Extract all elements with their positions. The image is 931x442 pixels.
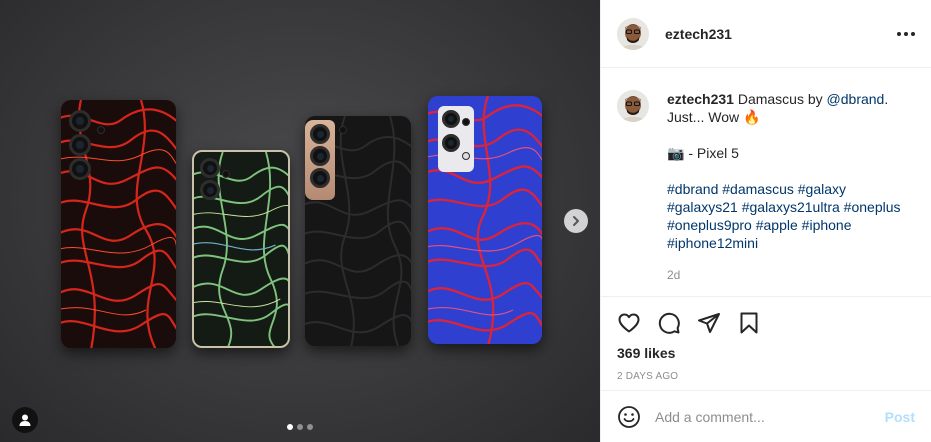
camera-lens-1	[442, 110, 460, 128]
hashtags-line-4[interactable]: #iphone12mini	[667, 234, 901, 252]
mention-link[interactable]: @dbrand	[827, 91, 885, 107]
profile-photo-icon	[617, 17, 649, 50]
camera-lens-3	[462, 118, 470, 126]
caption-username[interactable]: eztech231	[667, 91, 734, 107]
camera-lens-1	[200, 158, 220, 178]
phone-oneplus-9-pro	[428, 96, 542, 344]
header-username[interactable]: eztech231	[665, 26, 732, 42]
user-icon	[19, 414, 31, 426]
share-icon[interactable]	[697, 311, 721, 335]
caption-age[interactable]: 2d	[667, 266, 901, 284]
camera-lens-2	[69, 134, 91, 156]
comment-icon[interactable]	[657, 311, 681, 335]
emoji-icon[interactable]	[617, 405, 641, 429]
post-side-panel: eztech231 eztech231 Damascus by @dbrand.	[600, 0, 931, 442]
profile-photo-icon	[617, 90, 649, 122]
avatar[interactable]	[617, 90, 649, 122]
comment-input[interactable]	[655, 408, 885, 425]
caption-line-2: Just... Wow 🔥	[667, 109, 761, 125]
phone-iphone-12-mini	[192, 150, 290, 348]
action-bar	[617, 297, 915, 345]
caption-text-end: .	[884, 91, 889, 107]
post-comment-button[interactable]: Post	[885, 409, 915, 425]
carousel-dot	[307, 424, 313, 430]
hashtags-line-2[interactable]: #galaxys21 #galaxys21ultra #oneplus	[667, 198, 901, 216]
carousel-next-button[interactable]	[564, 209, 588, 233]
camera-lens-3	[69, 158, 91, 180]
instagram-post: eztech231 eztech231 Damascus by @dbrand.	[0, 0, 931, 442]
camera-lens-1	[69, 110, 91, 132]
more-horizontal-icon	[897, 31, 901, 36]
camera-lens-2	[442, 134, 460, 152]
caption-text: Damascus by	[733, 91, 827, 107]
caption-camera-line: 📷 - Pixel 5	[667, 145, 739, 161]
comment-form: Post	[601, 390, 931, 442]
avatar[interactable]	[617, 17, 649, 50]
camera-flash	[97, 126, 105, 134]
chevron-right-icon	[573, 216, 579, 226]
phone-galaxy-s21	[305, 116, 411, 346]
likes-count[interactable]: 369 likes	[617, 345, 915, 361]
phone-galaxy-s21-ultra	[61, 100, 176, 348]
post-header: eztech231	[601, 0, 931, 68]
heart-icon[interactable]	[617, 311, 641, 335]
post-date[interactable]: 2 DAYS AGO	[617, 371, 915, 382]
camera-flash	[462, 152, 470, 160]
caption: eztech231 Damascus by @dbrand. Just... W…	[667, 90, 901, 296]
camera-flash	[339, 126, 347, 134]
carousel-indicator	[287, 424, 313, 430]
camera-lens-3	[310, 168, 330, 188]
actions-section: 369 likes 2 DAYS AGO	[601, 296, 931, 390]
tagged-users-button[interactable]	[12, 407, 38, 433]
post-media[interactable]	[0, 0, 600, 442]
hashtags-line-3[interactable]: #oneplus9pro #apple #iphone	[667, 216, 901, 234]
camera-lens-2	[310, 146, 330, 166]
camera-lens-1	[310, 124, 330, 144]
hashtags-line-1[interactable]: #dbrand #damascus #galaxy	[667, 180, 901, 198]
bookmark-icon[interactable]	[737, 311, 761, 335]
caption-section: eztech231 Damascus by @dbrand. Just... W…	[601, 68, 931, 296]
more-options-button[interactable]	[897, 26, 915, 42]
camera-flash	[222, 170, 230, 178]
caption-line-1: eztech231 Damascus by @dbrand.	[667, 90, 901, 108]
carousel-dot-active	[287, 424, 293, 430]
camera-lens-2	[200, 180, 220, 200]
carousel-dot	[297, 424, 303, 430]
